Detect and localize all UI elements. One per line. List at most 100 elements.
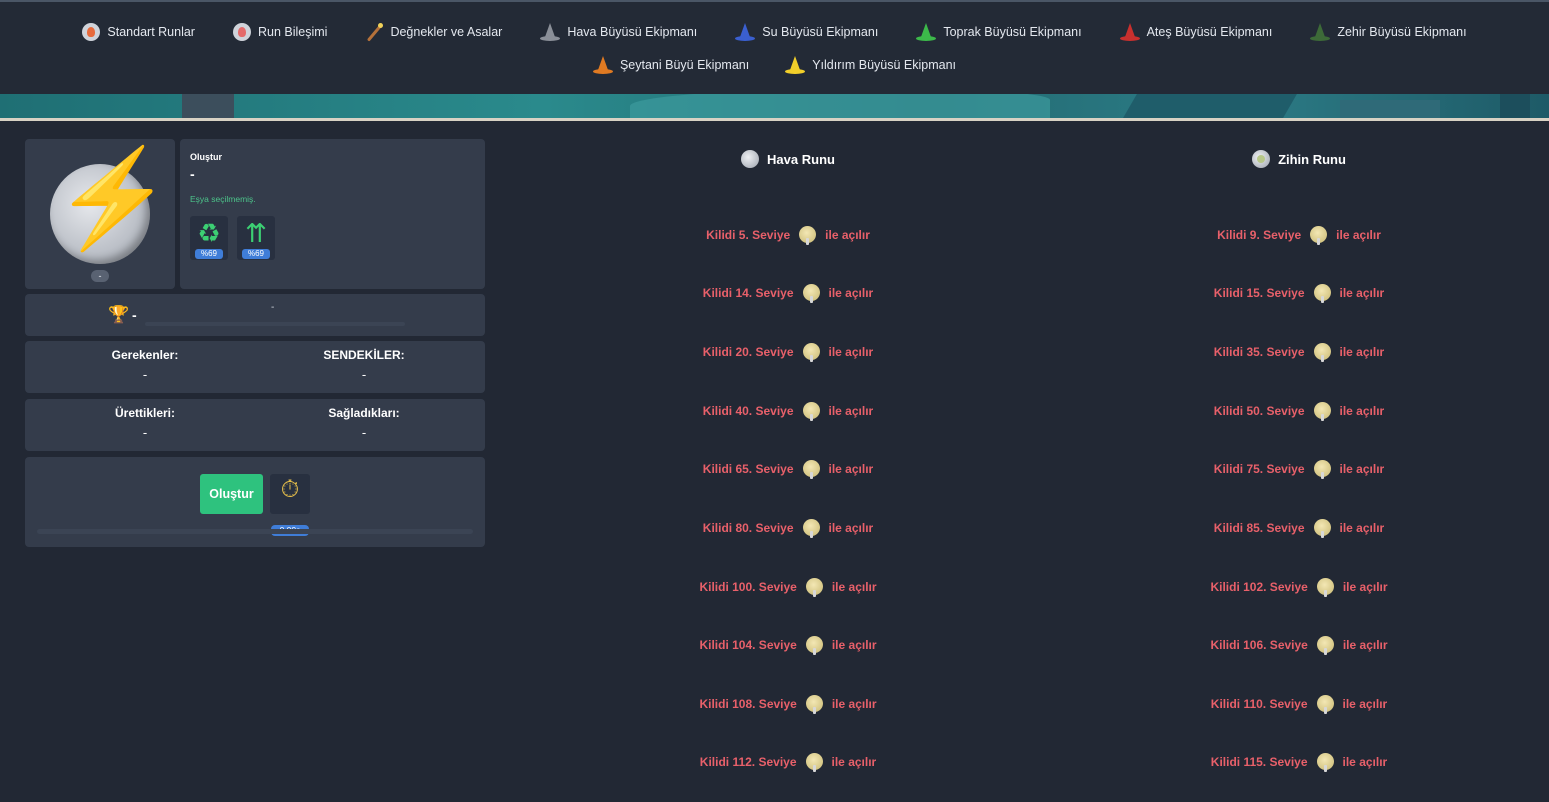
level-orb-icon xyxy=(1310,226,1328,245)
nav-item-row1-5[interactable]: Toprak Büyüsü Ekipmanı xyxy=(897,22,1100,42)
lock-level-text: Kilidi 35. Seviye xyxy=(1213,344,1305,359)
air-rune-lock-row: Kilidi 104. Seviye ile açılır xyxy=(578,636,998,655)
lock-suffix-text: ile açılır xyxy=(828,520,874,535)
air-rune-lock-row: Kilidi 80. Seviye ile açılır xyxy=(578,519,998,538)
mind-rune-lock-row: Kilidi 102. Seviye ile açılır xyxy=(1089,578,1509,597)
nav-item-row2-0[interactable]: Şeytani Büyü Ekipmanı xyxy=(575,55,767,75)
air-rune-lock-row: Kilidi 14. Seviye ile açılır xyxy=(578,284,998,303)
top-navigation: Standart Runlar Run Bileşimi Değnekler ve … xyxy=(0,0,1549,94)
split-bonus-percent: %69 xyxy=(242,249,270,259)
lock-level-text: Kilidi 85. Seviye xyxy=(1213,520,1305,535)
nav-item-label: Değnekler ve Asalar xyxy=(390,25,503,39)
green-wizard-hat-icon xyxy=(916,22,937,42)
craft-button[interactable]: Oluştur xyxy=(200,474,263,514)
fire-rune-icon xyxy=(82,23,101,41)
level-orb-icon xyxy=(805,578,823,597)
lock-suffix-text: ile açılır xyxy=(1342,579,1388,594)
mind-rune-lock-row: Kilidi 85. Seviye ile açılır xyxy=(1089,519,1509,538)
blue-wizard-hat-icon xyxy=(735,22,756,42)
level-orb-icon xyxy=(1313,402,1331,421)
lock-suffix-text: ile açılır xyxy=(828,344,874,359)
banner-pillar xyxy=(182,94,234,118)
yellow-wizard-hat-icon xyxy=(785,55,806,75)
rune-combination-icon xyxy=(232,23,251,41)
dark-green-wizard-hat-icon xyxy=(1310,22,1331,42)
produces-label: Ürettikleri: xyxy=(114,406,176,420)
nav-item-row1-6[interactable]: Ateş Büyüsü Ekipmanı xyxy=(1101,22,1292,42)
lock-suffix-text: ile açılır xyxy=(1342,637,1388,652)
level-orb-icon xyxy=(1313,460,1331,479)
mind-rune-header[interactable]: Zihin Runu xyxy=(1089,150,1509,168)
level-orb-icon xyxy=(1316,578,1334,597)
lock-level-text: Kilidi 115. Seviye xyxy=(1210,754,1308,769)
mind-rune-title: Zihin Runu xyxy=(1278,151,1346,167)
item-image-panel: ⚡ - xyxy=(25,139,175,289)
lock-suffix-text: ile açılır xyxy=(1342,696,1388,711)
nav-item-row1-7[interactable]: Zehir Büyüsü Ekipmanı xyxy=(1291,22,1485,42)
lock-suffix-text: ile açılır xyxy=(828,285,874,300)
produces-value: - xyxy=(142,425,148,440)
air-rune-title: Hava Runu xyxy=(767,151,835,167)
no-item-selected-note: Eşya seçilmemiş. xyxy=(190,194,256,204)
lock-level-text: Kilidi 106. Seviye xyxy=(1210,637,1308,652)
provides-value: - xyxy=(361,425,367,440)
lock-level-text: Kilidi 65. Seviye xyxy=(702,461,794,476)
lock-suffix-text: ile açılır xyxy=(831,754,877,769)
lock-level-text: Kilidi 108. Seviye xyxy=(699,696,797,711)
stopwatch-icon: ⏱ xyxy=(280,476,300,503)
provides-label: Sağladıkları: xyxy=(328,406,400,420)
level-orb-icon xyxy=(802,284,820,303)
production-panel: Ürettikleri: - Sağladıkları: - xyxy=(25,399,485,451)
mind-rune-lock-row: Kilidi 15. Seviye ile açılır xyxy=(1089,284,1509,303)
requirements-panel: Gerekenler: - SENDEKİLER: - xyxy=(25,341,485,393)
nav-item-row2-1[interactable]: Yıldırım Büyüsü Ekipmanı xyxy=(767,55,974,75)
air-rune-icon xyxy=(741,150,760,168)
level-orb-icon xyxy=(1313,343,1331,362)
banner-cloud xyxy=(630,94,1050,118)
banner-divider xyxy=(0,118,1549,121)
mind-rune-lock-row: Kilidi 35. Seviye ile açılır xyxy=(1089,343,1509,362)
craft-progress-bar xyxy=(37,529,473,534)
lock-suffix-text: ile açılır xyxy=(828,403,874,418)
level-orb-icon xyxy=(1313,519,1331,538)
nav-row-secondary: Şeytani Büyü Ekipmanı Yıldırım Büyüsü Eki… xyxy=(0,55,1549,75)
lock-level-text: Kilidi 50. Seviye xyxy=(1213,403,1305,418)
nav-item-row1-1[interactable]: Run Bileşimi xyxy=(214,22,346,42)
recycle-bonus-box[interactable]: ♻ %69 xyxy=(190,216,228,260)
mind-rune-lock-row: Kilidi 115. Seviye ile açılır xyxy=(1089,753,1509,772)
lock-suffix-text: ile açılır xyxy=(1339,285,1385,300)
level-orb-icon xyxy=(805,636,823,655)
owned-label: SENDEKİLER: xyxy=(323,348,405,362)
recycle-bonus-percent: %69 xyxy=(195,249,223,259)
split-bonus-box[interactable]: ⇈ %69 xyxy=(237,216,275,260)
requirements-label: Gerekenler: xyxy=(111,348,179,362)
lock-level-text: Kilidi 14. Seviye xyxy=(702,285,794,300)
lock-level-text: Kilidi 20. Seviye xyxy=(702,344,794,359)
nav-item-row1-3[interactable]: Hava Büyüsü Ekipmanı xyxy=(521,22,716,42)
item-info-title: Oluştur xyxy=(190,152,223,162)
rank-progress-bar xyxy=(145,322,405,326)
air-rune-lock-row: Kilidi 20. Seviye ile açılır xyxy=(578,343,998,362)
craft-panel: Oluştur ⏱ 0,00s xyxy=(25,457,485,547)
banner-spike xyxy=(1500,94,1530,118)
owned-value: - xyxy=(361,367,367,382)
lock-suffix-text: ile açılır xyxy=(1339,520,1385,535)
level-orb-icon xyxy=(1316,636,1334,655)
rank-value: - xyxy=(132,307,137,323)
mind-rune-lock-row: Kilidi 75. Seviye ile açılır xyxy=(1089,460,1509,479)
lock-level-text: Kilidi 100. Seviye xyxy=(699,579,797,594)
lock-suffix-text: ile açılır xyxy=(825,227,870,242)
air-rune-header[interactable]: Hava Runu xyxy=(578,150,998,168)
lock-level-text: Kilidi 15. Seviye xyxy=(1213,285,1305,300)
level-orb-icon xyxy=(802,460,820,479)
level-orb-icon xyxy=(805,695,823,714)
level-orb-icon xyxy=(1316,695,1334,714)
rank-progress-label: - xyxy=(271,302,275,313)
nav-item-row1-0[interactable]: Standart Runlar xyxy=(63,22,214,42)
split-arrows-icon: ⇈ xyxy=(245,218,267,248)
lock-suffix-text: ile açılır xyxy=(1339,344,1385,359)
nav-item-row1-2[interactable]: Değnekler ve Asalar xyxy=(346,22,521,42)
nav-item-row1-4[interactable]: Su Büyüsü Ekipmanı xyxy=(716,22,897,42)
lock-level-text: Kilidi 9. Seviye xyxy=(1217,227,1302,242)
decorative-banner xyxy=(0,94,1549,118)
